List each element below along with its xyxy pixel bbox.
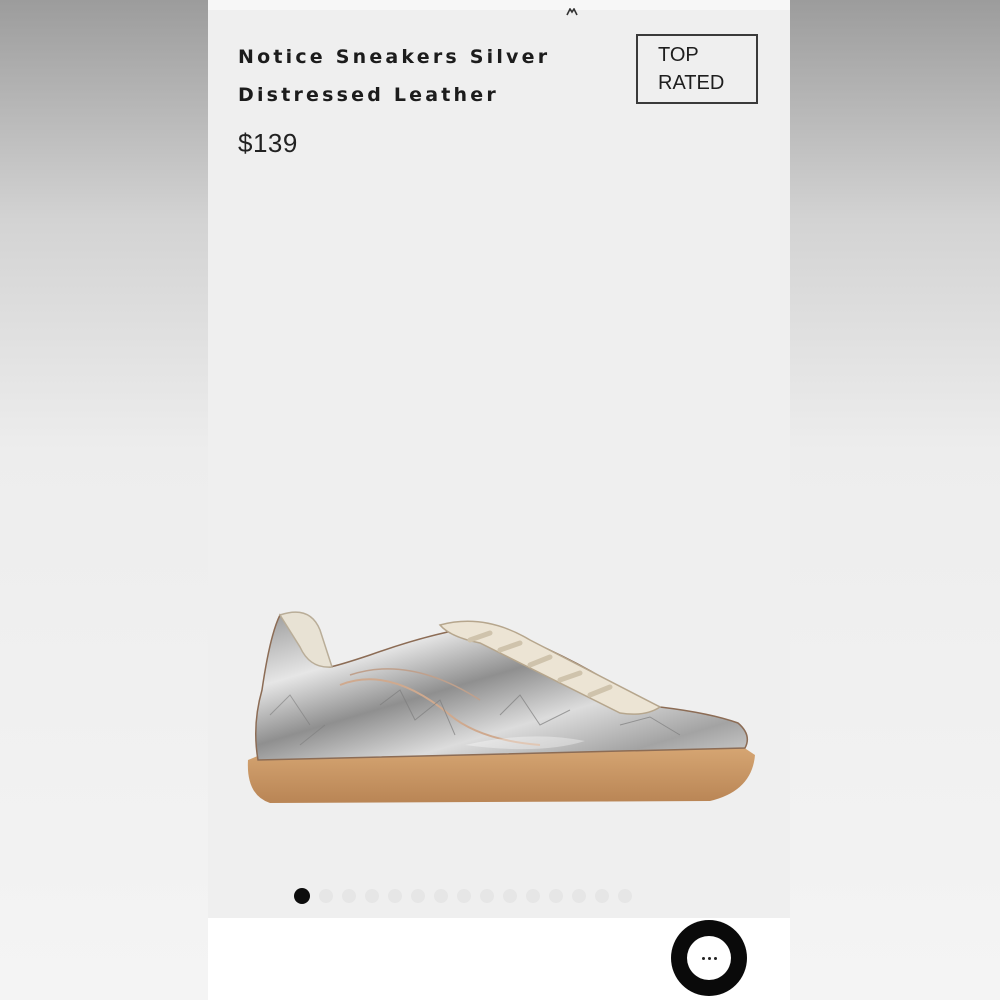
carousel-dot[interactable] [411,889,425,903]
carousel-dot[interactable] [319,889,333,903]
product-title-line-2: Distressed Leather [238,84,499,106]
product-price: $139 [238,128,298,158]
right-backdrop [790,0,1000,1000]
carousel-dot[interactable] [480,889,494,903]
badge-line-2: RATED [658,72,725,94]
carousel-dot[interactable] [294,888,310,904]
carousel-dot[interactable] [572,889,586,903]
chat-bubble-icon [687,936,731,980]
product-image[interactable] [240,595,760,815]
carousel-dot[interactable] [434,889,448,903]
badge-line-1: TOP [658,44,699,66]
carousel-dot[interactable] [342,889,356,903]
chat-dot [707,956,711,960]
carousel-dot[interactable] [618,889,632,903]
left-backdrop [0,0,208,1000]
carousel-dot[interactable] [549,889,563,903]
product-title-line-1: Notice Sneakers Silver [238,46,551,68]
carousel-dot[interactable] [388,889,402,903]
cursor-icon [566,8,578,16]
carousel-dot[interactable] [503,889,517,903]
top-rated-badge: TOP RATED [636,34,758,104]
chat-dot [701,956,705,960]
product-title: Notice Sneakers Silver Distressed Leathe… [238,38,598,114]
phone-screen: Notice Sneakers Silver Distressed Leathe… [208,0,790,1000]
carousel-dot[interactable] [526,889,540,903]
carousel-dot[interactable] [457,889,471,903]
status-strip [208,0,790,10]
chat-button[interactable] [671,920,747,996]
carousel-dot[interactable] [595,889,609,903]
image-carousel-indicator [294,886,632,906]
carousel-dot[interactable] [365,889,379,903]
chat-dot [713,956,717,960]
